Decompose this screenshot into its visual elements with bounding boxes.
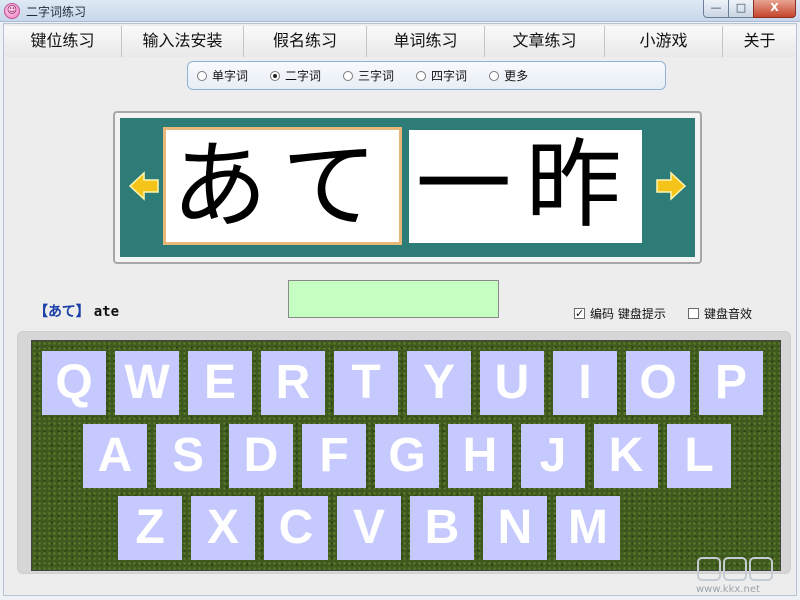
- key-w[interactable]: W: [115, 351, 179, 415]
- menu-item-article-practice[interactable]: 文章练习: [485, 26, 605, 57]
- key-a[interactable]: A: [83, 424, 147, 488]
- code-keyboard-hint-option[interactable]: ✓ 编码 键盘提示: [574, 305, 666, 322]
- smiley-face-icon: ☺: [4, 3, 20, 19]
- word-display-panel: あて 一昨: [120, 118, 695, 257]
- watermark-logo-mark: [697, 557, 773, 581]
- menu-item-kana-practice[interactable]: 假名练习: [244, 26, 367, 57]
- key-v[interactable]: V: [337, 496, 401, 560]
- client-area: 键位练习 输入法安装 假名练习 单词练习 文章练习 小游戏 关于 单字词 二字词…: [3, 23, 797, 596]
- maximize-button[interactable]: □: [728, 0, 754, 18]
- hint-romaji: ate: [93, 304, 120, 320]
- radio-two-char[interactable]: 二字词: [270, 67, 321, 84]
- key-c[interactable]: C: [264, 496, 328, 560]
- typing-input[interactable]: [288, 280, 499, 318]
- keyboard-frame: Q W E R T Y U I O P A S D F G H J K L Z …: [17, 331, 791, 574]
- key-i[interactable]: I: [553, 351, 617, 415]
- watermark-url: www.kkx.net: [696, 584, 760, 595]
- window-title: 二字词练习: [26, 5, 87, 19]
- radio-button[interactable]: [489, 70, 500, 81]
- key-g[interactable]: G: [375, 424, 439, 488]
- word-display-frame: あて 一昨: [113, 111, 702, 264]
- key-s[interactable]: S: [156, 424, 220, 488]
- key-j[interactable]: J: [521, 424, 585, 488]
- watermark-logo: www.kkx.net: [694, 552, 794, 596]
- menu-item-mini-games[interactable]: 小游戏: [605, 26, 723, 57]
- radio-four-char[interactable]: 四字词: [416, 67, 467, 84]
- checkbox-label: 编码 键盘提示: [590, 307, 666, 321]
- hint-kana: 【あて】: [34, 304, 90, 320]
- radio-button[interactable]: [197, 70, 207, 81]
- key-x[interactable]: X: [191, 496, 255, 560]
- key-l[interactable]: L: [667, 424, 731, 488]
- right-arrow-icon[interactable]: [655, 170, 687, 202]
- radio-single-char[interactable]: 单字词: [197, 67, 248, 84]
- minimize-button[interactable]: —: [703, 0, 729, 18]
- radio-label: 四字词: [431, 69, 468, 83]
- key-o[interactable]: O: [626, 351, 690, 415]
- key-u[interactable]: U: [480, 351, 544, 415]
- key-y[interactable]: Y: [407, 351, 471, 415]
- key-h[interactable]: H: [448, 424, 512, 488]
- checkbox-unchecked[interactable]: [688, 308, 699, 319]
- key-b[interactable]: B: [410, 496, 474, 560]
- radio-three-char[interactable]: 三字词: [343, 67, 394, 84]
- key-r[interactable]: R: [261, 351, 325, 415]
- key-e[interactable]: E: [188, 351, 252, 415]
- key-d[interactable]: D: [229, 424, 293, 488]
- radio-label: 单字词: [212, 69, 249, 83]
- menu-item-ime-install[interactable]: 输入法安装: [122, 26, 244, 57]
- radio-label: 三字词: [358, 69, 395, 83]
- title-bar: ☺ 二字词练习 — □ X: [0, 0, 800, 22]
- kana-word: あて: [163, 127, 402, 245]
- checkbox-checked[interactable]: ✓: [574, 308, 585, 319]
- key-k[interactable]: K: [594, 424, 658, 488]
- left-arrow-icon[interactable]: [128, 170, 160, 202]
- menu-item-about[interactable]: 关于: [723, 26, 796, 57]
- radio-more[interactable]: 更多: [489, 67, 528, 84]
- checkbox-label: 键盘音效: [704, 307, 753, 321]
- menu-item-key-practice[interactable]: 键位练习: [4, 26, 122, 57]
- key-m[interactable]: M: [556, 496, 620, 560]
- key-q[interactable]: Q: [42, 351, 106, 415]
- radio-button[interactable]: [416, 70, 427, 81]
- key-f[interactable]: F: [302, 424, 366, 488]
- radio-label: 更多: [504, 69, 529, 83]
- key-t[interactable]: T: [334, 351, 398, 415]
- menu-item-word-practice[interactable]: 单词练习: [367, 26, 485, 57]
- radio-button[interactable]: [343, 70, 354, 81]
- radio-label: 二字词: [285, 69, 322, 83]
- keyboard-sound-option[interactable]: 键盘音效: [688, 305, 752, 322]
- key-n[interactable]: N: [483, 496, 547, 560]
- kanji-word: 一昨: [409, 130, 642, 243]
- word-length-selector: 单字词 二字词 三字词 四字词 更多: [187, 61, 666, 90]
- radio-button-selected[interactable]: [270, 70, 281, 81]
- virtual-keyboard: Q W E R T Y U I O P A S D F G H J K L Z …: [31, 340, 781, 571]
- reading-hint: 【あて】 ate: [34, 301, 119, 321]
- key-z[interactable]: Z: [118, 496, 182, 560]
- main-menu-bar: 键位练习 输入法安装 假名练习 单词练习 文章练习 小游戏 关于: [4, 26, 796, 57]
- close-button[interactable]: X: [753, 0, 796, 18]
- key-p[interactable]: P: [699, 351, 763, 415]
